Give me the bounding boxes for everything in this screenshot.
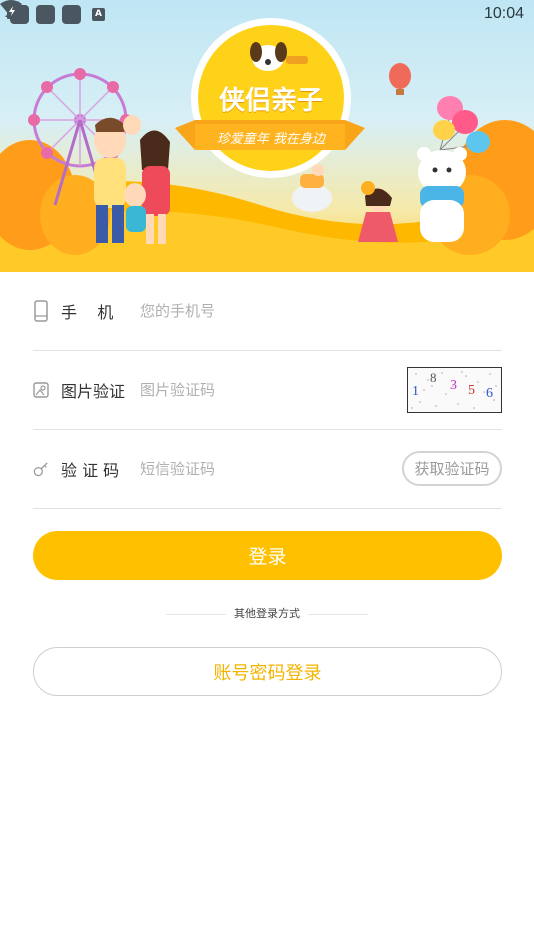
- sms-code-label: 验 证 码: [61, 461, 120, 480]
- notification-icon: [36, 4, 55, 24]
- other-login-divider: 其他登录方式: [166, 602, 368, 624]
- image-icon: [33, 379, 49, 401]
- login-button[interactable]: 登录: [33, 531, 502, 580]
- captcha-char: 8: [430, 370, 437, 385]
- notification-letter-icon: A: [92, 7, 105, 21]
- sms-code-row: 验 证 码 获取验证码: [33, 430, 502, 509]
- sms-code-input[interactable]: [140, 460, 340, 478]
- image-code-row: 图片验证 1 8 3 5 6: [33, 351, 502, 430]
- account-password-login-button[interactable]: 账号密码登录: [33, 647, 502, 696]
- status-bar: A 10:04: [0, 0, 534, 28]
- captcha-char: 3: [450, 378, 457, 393]
- captcha-image[interactable]: 1 8 3 5 6: [407, 367, 502, 413]
- other-login-label: 其他登录方式: [226, 604, 308, 624]
- image-code-label: 图片验证: [61, 382, 126, 401]
- hot-air-balloon-graphic: [389, 63, 411, 95]
- image-code-input[interactable]: [140, 381, 340, 399]
- phone-icon: [33, 300, 49, 322]
- captcha-char: 6: [486, 386, 493, 401]
- girl-graphic: [358, 181, 398, 242]
- logo-title: 侠侣亲子: [218, 86, 323, 116]
- header-banner: A 10:04 侠侣亲子 珍爱童年 我在身边: [0, 0, 534, 272]
- phone-row: 手 机: [33, 272, 502, 351]
- phone-input[interactable]: [140, 302, 380, 320]
- status-time: 10:04: [483, 5, 524, 22]
- get-code-button[interactable]: 获取验证码: [402, 451, 502, 486]
- family-graphic: [94, 115, 170, 244]
- logo-ribbon-text: 珍爱童年 我在身边: [216, 132, 326, 147]
- notification-icon: [62, 4, 81, 24]
- key-icon: [33, 458, 49, 480]
- captcha-char: 1: [412, 384, 419, 399]
- battery-charging-icon: [7, 1, 17, 19]
- phone-label: 手 机: [61, 303, 114, 322]
- captcha-char: 5: [468, 383, 475, 398]
